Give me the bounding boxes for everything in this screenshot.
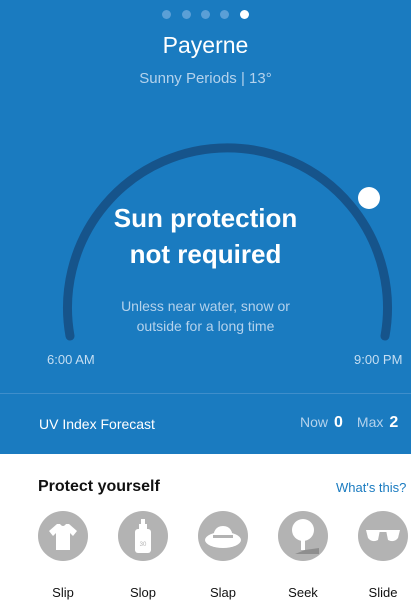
whats-this-link[interactable]: What's this? [336,480,406,495]
protect-item-slap[interactable]: Slap [198,511,248,600]
protection-status-line1: Sun protection [113,203,298,233]
protect-item-slide[interactable]: Slide [358,511,408,600]
uv-index-label: UV Index Forecast [39,416,155,432]
shirt-icon [38,511,88,561]
shade-tree-icon [278,511,328,561]
timeline-end-time: 9:00 PM [354,352,403,367]
sunscreen-icon: 30 [118,511,168,561]
uv-max-label: Max [356,414,384,430]
protect-item-seek[interactable]: Seek [278,511,328,600]
uv-now-value: 0 [334,414,343,431]
protect-item-label: Slop [129,585,157,600]
weather-card: Payerne Sunny Periods | 13° Sun protecti… [0,0,411,393]
timeline-start-time: 6:00 AM [47,352,95,367]
protection-status: Sun protection not required [0,200,411,272]
protect-item-slop[interactable]: 30 Slop [118,511,168,600]
protection-note-line1: Unless near water, snow or [121,298,290,314]
sunglasses-icon [358,511,408,561]
protect-title: Protect yourself [38,478,160,495]
hat-icon [198,511,248,561]
protect-item-label: Slide [368,585,398,600]
protect-item-label: Slip [52,585,74,600]
protect-item-label: Slap [209,585,237,600]
protection-note: Unless near water, snow or outside for a… [0,296,411,336]
uv-index-bar[interactable]: UV Index Forecast Now 0 Max 2 [0,393,411,454]
uv-values: Now 0 Max 2 [300,414,411,432]
uv-max-value: 2 [389,414,399,431]
protection-status-line2: not required [129,239,282,269]
protection-note-line2: outside for a long time [136,318,275,334]
svg-text:30: 30 [140,542,147,548]
uv-now-label: Now [300,414,329,430]
protect-item-label: Seek [288,585,318,600]
protect-item-slip[interactable]: Slip [38,511,88,600]
